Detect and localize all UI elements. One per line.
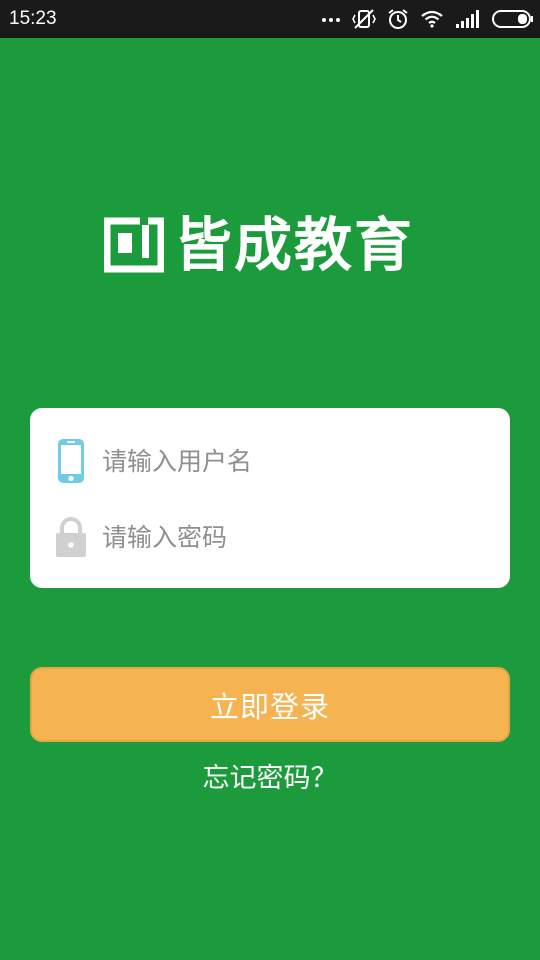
brand-name: 皆成教育 xyxy=(174,211,415,279)
status-bar: 15:23 xyxy=(0,0,540,38)
vibrate-icon xyxy=(352,9,376,29)
battery-icon xyxy=(492,10,533,28)
brand-logo-mark xyxy=(104,215,164,273)
wifi-icon xyxy=(421,10,443,28)
status-icons xyxy=(321,7,534,31)
username-input[interactable] xyxy=(102,439,482,483)
username-field xyxy=(30,424,510,498)
signal-icon xyxy=(456,10,479,28)
login-card xyxy=(30,408,510,588)
login-button[interactable]: 立即登录 xyxy=(30,667,510,742)
brand-logo: 皆成教育 xyxy=(104,214,438,276)
password-field xyxy=(30,500,510,574)
alarm-icon xyxy=(388,9,408,29)
status-time: 15:23 xyxy=(9,8,57,29)
lock-icon xyxy=(54,513,88,561)
password-input[interactable] xyxy=(102,515,482,559)
forgot-password-link[interactable]: 忘记密码？ xyxy=(0,760,540,798)
phone-icon xyxy=(54,437,88,485)
more-dots-icon xyxy=(322,18,340,22)
